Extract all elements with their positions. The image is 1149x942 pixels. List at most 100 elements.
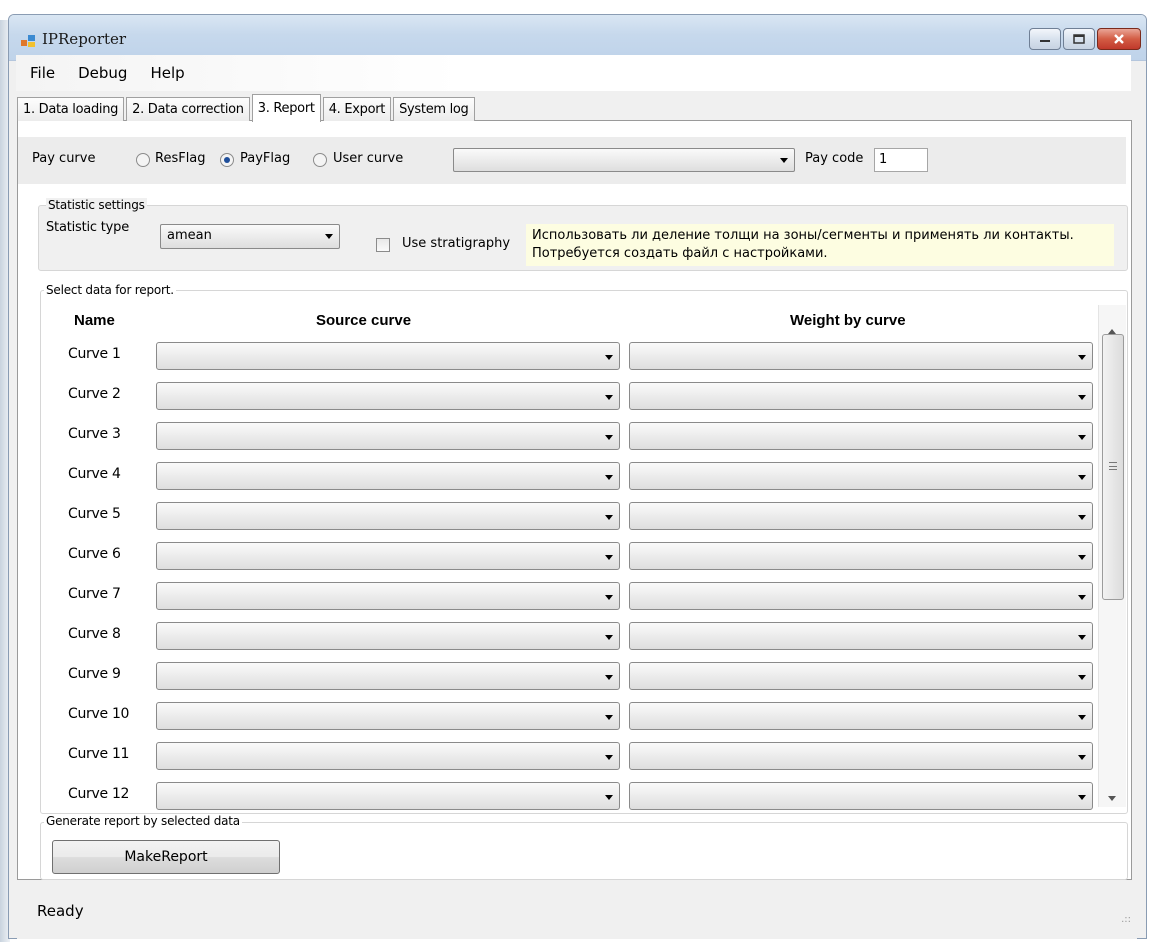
chevron-down-icon: [1078, 675, 1086, 680]
weight-curve-dropdown[interactable]: [629, 382, 1093, 410]
menu-file[interactable]: File: [30, 64, 55, 82]
curve-name: Curve 11: [68, 746, 130, 762]
status-bar: Ready .::: [17, 885, 1137, 939]
curve-row: Curve 11: [40, 738, 1100, 772]
menu-bar: File Debug Help: [16, 55, 1131, 91]
weight-curve-dropdown[interactable]: [629, 342, 1093, 370]
statistic-settings-title: Statistic settings: [46, 198, 147, 212]
resflag-radio[interactable]: [136, 153, 150, 167]
curve-row: Curve 3: [40, 418, 1100, 452]
pay-code-label: Pay code: [805, 151, 864, 166]
statistic-type-dropdown[interactable]: amean: [160, 224, 340, 249]
generate-report-title: Generate report by selected data: [44, 814, 242, 828]
source-curve-dropdown[interactable]: [156, 582, 620, 610]
tab-system-log[interactable]: System log: [393, 97, 475, 121]
maximize-button[interactable]: [1063, 28, 1095, 50]
user-curve-radio[interactable]: [313, 153, 327, 167]
curve-name: Curve 10: [68, 706, 130, 722]
close-icon: [1114, 34, 1124, 44]
statistic-type-label: Statistic type: [46, 220, 130, 235]
weight-curve-dropdown[interactable]: [629, 542, 1093, 570]
weight-curve-dropdown[interactable]: [629, 742, 1093, 770]
menu-debug[interactable]: Debug: [78, 64, 127, 82]
chevron-down-icon: [1078, 555, 1086, 560]
weight-curve-dropdown[interactable]: [629, 662, 1093, 690]
use-stratigraphy-checkbox[interactable]: [376, 238, 390, 252]
pay-code-input[interactable]: 1: [874, 148, 928, 172]
curve-name: Curve 9: [68, 666, 121, 682]
curve-name: Curve 4: [68, 466, 121, 482]
curve-row: Curve 4: [40, 458, 1100, 492]
source-curve-dropdown[interactable]: [156, 742, 620, 770]
close-button[interactable]: [1097, 28, 1141, 50]
size-grip-icon[interactable]: .::: [1121, 914, 1131, 925]
weight-curve-dropdown[interactable]: [629, 422, 1093, 450]
source-curve-dropdown[interactable]: [156, 382, 620, 410]
payflag-label: PayFlag: [240, 151, 291, 166]
minimize-icon: [1040, 40, 1050, 42]
source-curve-dropdown[interactable]: [156, 422, 620, 450]
scroll-down-icon[interactable]: [1108, 796, 1116, 801]
source-curve-dropdown[interactable]: [156, 622, 620, 650]
source-curve-dropdown[interactable]: [156, 542, 620, 570]
chevron-down-icon: [605, 555, 613, 560]
chevron-down-icon: [605, 675, 613, 680]
curve-name: Curve 12: [68, 786, 130, 802]
tab-data-correction[interactable]: 2. Data correction: [126, 97, 250, 121]
payflag-radio[interactable]: [220, 153, 234, 167]
chevron-down-icon: [605, 475, 613, 480]
curve-row: Curve 8: [40, 618, 1100, 652]
radio-selected-dot: [224, 157, 230, 163]
source-curve-dropdown[interactable]: [156, 342, 620, 370]
window-title: IPReporter: [42, 30, 127, 48]
curve-row: Curve 7: [40, 578, 1100, 612]
chevron-down-icon: [605, 515, 613, 520]
vertical-scrollbar[interactable]: [1098, 305, 1126, 807]
source-curve-dropdown[interactable]: [156, 782, 620, 810]
user-curve-dropdown[interactable]: [453, 148, 795, 172]
make-report-button[interactable]: MakeReport: [52, 840, 280, 874]
tab-export[interactable]: 4. Export: [322, 97, 392, 121]
use-stratigraphy-label: Use stratigraphy: [402, 236, 511, 251]
curve-row: Curve 10: [40, 698, 1100, 732]
scroll-thumb[interactable]: [1102, 334, 1124, 600]
chevron-down-icon: [605, 635, 613, 640]
curve-name: Curve 6: [68, 546, 121, 562]
curve-row: Curve 12: [40, 778, 1100, 812]
weight-curve-dropdown[interactable]: [629, 782, 1093, 810]
curve-name: Curve 8: [68, 626, 121, 642]
weight-curve-dropdown[interactable]: [629, 502, 1093, 530]
minimize-button[interactable]: [1029, 28, 1061, 50]
chevron-down-icon: [780, 158, 788, 163]
tab-data-loading[interactable]: 1. Data loading: [17, 97, 125, 121]
source-curve-column-header: Source curve: [316, 312, 412, 329]
weight-curve-dropdown[interactable]: [629, 462, 1093, 490]
pay-curve-row: Pay curve ResFlag PayFlag User curve Pay…: [18, 137, 1126, 184]
chevron-down-icon: [1078, 355, 1086, 360]
window-controls: [1029, 28, 1141, 50]
chevron-down-icon: [1078, 715, 1086, 720]
source-curve-dropdown[interactable]: [156, 702, 620, 730]
menu-help[interactable]: Help: [150, 64, 184, 82]
curve-row: Curve 1: [40, 338, 1100, 372]
source-curve-dropdown[interactable]: [156, 662, 620, 690]
weight-curve-column-header: Weight by curve: [790, 312, 906, 329]
curve-name: Curve 5: [68, 506, 121, 522]
chevron-down-icon: [605, 715, 613, 720]
tab-report[interactable]: 3. Report: [251, 94, 321, 122]
chevron-down-icon: [605, 595, 613, 600]
status-text: Ready: [37, 902, 84, 920]
chevron-down-icon: [605, 435, 613, 440]
weight-curve-dropdown[interactable]: [629, 582, 1093, 610]
weight-curve-dropdown[interactable]: [629, 702, 1093, 730]
weight-curve-dropdown[interactable]: [629, 622, 1093, 650]
resflag-label: ResFlag: [155, 151, 206, 166]
chevron-down-icon: [1078, 515, 1086, 520]
source-curve-dropdown[interactable]: [156, 462, 620, 490]
curve-name: Curve 2: [68, 386, 121, 402]
select-data-title: Select data for report.: [44, 283, 176, 297]
source-curve-dropdown[interactable]: [156, 502, 620, 530]
chevron-down-icon: [605, 355, 613, 360]
curve-row: Curve 9: [40, 658, 1100, 692]
name-column-header: Name: [74, 312, 115, 329]
